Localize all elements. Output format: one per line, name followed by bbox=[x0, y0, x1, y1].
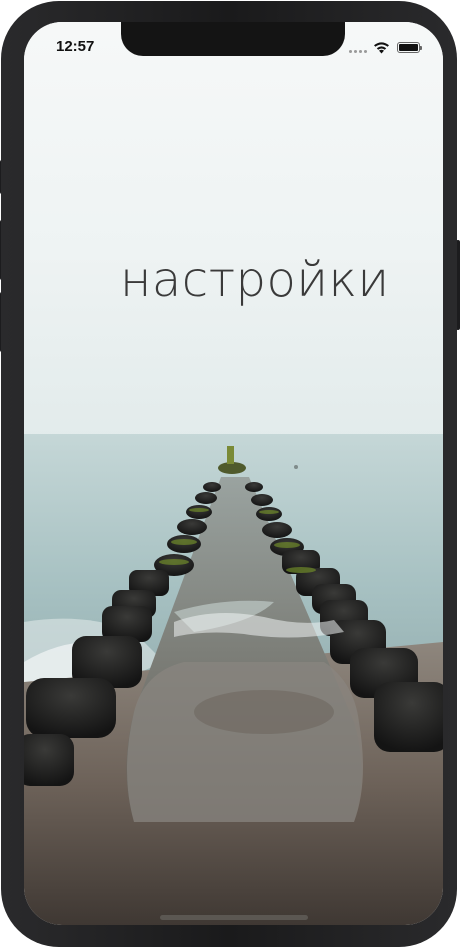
wifi-icon bbox=[374, 42, 389, 54]
cellular-signal-icon bbox=[349, 50, 367, 53]
page-title: настройки bbox=[120, 252, 390, 308]
battery-icon bbox=[397, 42, 422, 53]
home-indicator[interactable] bbox=[160, 915, 308, 920]
status-time: 12:57 bbox=[56, 38, 95, 55]
screen: 12:57 настройки bbox=[24, 22, 443, 925]
background-photo bbox=[24, 22, 443, 925]
status-bar: 12:57 bbox=[24, 22, 443, 70]
phone-frame: 12:57 настройки bbox=[0, 0, 460, 950]
